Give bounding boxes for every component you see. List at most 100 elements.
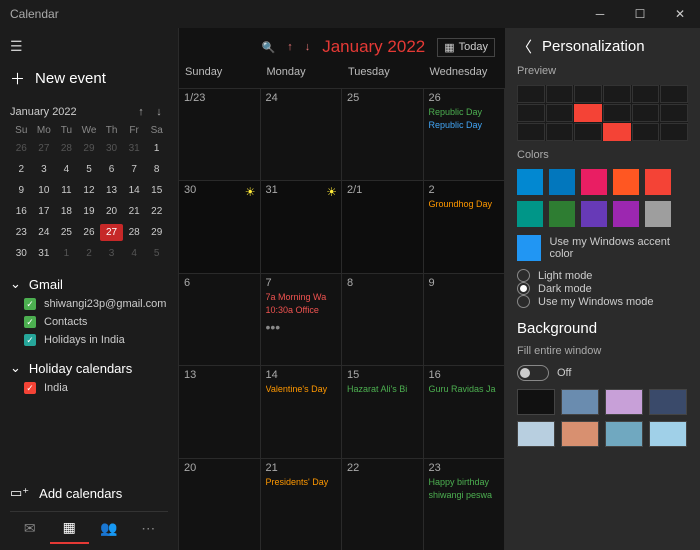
color-swatch[interactable] xyxy=(613,169,639,195)
calendar-item[interactable]: ✓shiwangi23p@gmail.com xyxy=(24,298,168,310)
mini-day-cell[interactable]: 3 xyxy=(100,245,123,262)
color-swatch[interactable] xyxy=(517,201,543,227)
mini-day-cell[interactable]: 14 xyxy=(123,182,146,199)
mini-day-cell[interactable]: 6 xyxy=(100,161,123,178)
background-thumb[interactable] xyxy=(517,421,555,447)
calendar-cell[interactable]: 20 xyxy=(179,458,261,550)
event-item[interactable]: Guru Ravidas Ja xyxy=(429,383,500,396)
people-icon[interactable]: 👥 xyxy=(89,512,129,544)
mini-day-cell[interactable]: 31 xyxy=(123,140,146,157)
color-swatch[interactable] xyxy=(645,201,671,227)
background-thumb[interactable] xyxy=(561,389,599,415)
calendar-cell[interactable]: 1/23 xyxy=(179,88,261,180)
mini-prev-icon[interactable]: ↑ xyxy=(132,103,150,121)
mode-option[interactable]: Use my Windows mode xyxy=(517,295,688,308)
month-title[interactable]: January 2022 xyxy=(322,37,425,57)
calendar-cell[interactable]: 15Hazarat Ali's Bi xyxy=(342,365,424,457)
mini-day-cell[interactable]: 10 xyxy=(33,182,56,199)
maximize-button[interactable]: ☐ xyxy=(620,0,660,28)
mini-day-cell[interactable]: 15 xyxy=(145,182,168,199)
background-thumb[interactable] xyxy=(649,389,687,415)
more-events-icon[interactable]: ••• xyxy=(266,319,337,335)
mini-day-cell[interactable]: 1 xyxy=(55,245,78,262)
mini-month-label[interactable]: January 2022 xyxy=(10,106,77,118)
event-item[interactable]: Republic Day xyxy=(429,106,500,119)
mini-day-cell[interactable]: 18 xyxy=(55,203,78,220)
calendar-item[interactable]: ✓Holidays in India xyxy=(24,334,168,346)
event-item[interactable]: 7a Morning Wa xyxy=(266,291,337,304)
mini-day-cell[interactable]: 28 xyxy=(55,140,78,157)
mini-day-cell[interactable]: 30 xyxy=(10,245,33,262)
mini-day-cell[interactable]: 9 xyxy=(10,182,33,199)
calendar-cell[interactable]: 22 xyxy=(342,458,424,550)
mini-day-cell[interactable]: 29 xyxy=(145,224,168,241)
calendar-cell[interactable]: 14Valentine's Day xyxy=(261,365,343,457)
fill-window-toggle[interactable]: Off xyxy=(517,365,688,381)
next-month-icon[interactable]: ↓ xyxy=(305,41,311,53)
background-thumb[interactable] xyxy=(561,421,599,447)
mini-day-cell[interactable]: 5 xyxy=(145,245,168,262)
color-swatch[interactable] xyxy=(549,169,575,195)
mini-day-cell[interactable]: 12 xyxy=(78,182,101,199)
event-item[interactable]: Republic Day xyxy=(429,119,500,132)
prev-month-icon[interactable]: ↑ xyxy=(287,41,293,53)
today-button[interactable]: ▦ Today xyxy=(437,38,495,57)
mini-day-cell[interactable]: 5 xyxy=(78,161,101,178)
mini-day-cell[interactable]: 26 xyxy=(78,224,101,241)
mini-day-cell[interactable]: 16 xyxy=(10,203,33,220)
account-header[interactable]: ⌄Gmail xyxy=(10,276,168,292)
event-item[interactable]: Happy birthday xyxy=(429,476,500,489)
mini-day-cell[interactable]: 26 xyxy=(10,140,33,157)
mini-day-cell[interactable]: 30 xyxy=(100,140,123,157)
mail-icon[interactable]: ✉ xyxy=(10,512,50,544)
event-item[interactable]: Presidents' Day xyxy=(266,476,337,489)
mini-day-cell[interactable]: 27 xyxy=(33,140,56,157)
more-icon[interactable]: ⋯ xyxy=(129,512,169,544)
mini-day-cell[interactable]: 13 xyxy=(100,182,123,199)
calendar-cell[interactable]: 2/1 xyxy=(342,180,424,272)
calendar-cell[interactable]: 16Guru Ravidas Ja xyxy=(424,365,506,457)
calendar-item[interactable]: ✓Contacts xyxy=(24,316,168,328)
calendar-cell[interactable]: 30☀ xyxy=(179,180,261,272)
mini-next-icon[interactable]: ↓ xyxy=(150,103,168,121)
mini-day-cell[interactable]: 22 xyxy=(145,203,168,220)
mini-day-cell[interactable]: 24 xyxy=(33,224,56,241)
mini-day-cell[interactable]: 28 xyxy=(123,224,146,241)
event-item[interactable]: 10:30a Office xyxy=(266,304,337,317)
calendar-cell[interactable]: 13 xyxy=(179,365,261,457)
account-header[interactable]: ⌄Holiday calendars xyxy=(10,360,168,376)
color-swatch[interactable] xyxy=(581,201,607,227)
accent-color-option[interactable]: Use my Windows accent color xyxy=(517,235,688,261)
color-swatch[interactable] xyxy=(613,201,639,227)
color-swatch[interactable] xyxy=(517,169,543,195)
close-button[interactable]: ✕ xyxy=(660,0,700,28)
calendar-cell[interactable]: 25 xyxy=(342,88,424,180)
mini-day-cell[interactable]: 19 xyxy=(78,203,101,220)
background-thumb[interactable] xyxy=(517,389,555,415)
add-calendars-button[interactable]: ▭⁺ Add calendars xyxy=(10,479,168,507)
mini-day-cell[interactable]: 25 xyxy=(55,224,78,241)
mini-day-cell[interactable]: 20 xyxy=(100,203,123,220)
mini-day-cell[interactable]: 29 xyxy=(78,140,101,157)
back-icon[interactable]: 〈 xyxy=(517,36,532,57)
mode-option[interactable]: Light mode xyxy=(517,269,688,282)
event-item[interactable]: Valentine's Day xyxy=(266,383,337,396)
mini-day-cell[interactable]: 7 xyxy=(123,161,146,178)
search-icon[interactable]: 🔍 xyxy=(262,41,276,54)
calendar-icon[interactable]: ▦ xyxy=(50,512,90,544)
mini-day-cell[interactable]: 8 xyxy=(145,161,168,178)
calendar-cell[interactable]: 9 xyxy=(424,273,506,365)
calendar-cell[interactable]: 23Happy birthdayshiwangi peswa xyxy=(424,458,506,550)
mini-day-cell[interactable]: 31 xyxy=(33,245,56,262)
calendar-cell[interactable]: 2Groundhog Day xyxy=(424,180,506,272)
background-thumb[interactable] xyxy=(605,421,643,447)
mini-day-cell[interactable]: 27 xyxy=(100,224,123,241)
calendar-cell[interactable]: 24 xyxy=(261,88,343,180)
color-swatch[interactable] xyxy=(581,169,607,195)
mini-day-cell[interactable]: 11 xyxy=(55,182,78,199)
calendar-item[interactable]: ✓India xyxy=(24,382,168,394)
mini-day-cell[interactable]: 17 xyxy=(33,203,56,220)
background-thumb[interactable] xyxy=(605,389,643,415)
background-thumb[interactable] xyxy=(649,421,687,447)
mini-day-cell[interactable]: 2 xyxy=(10,161,33,178)
